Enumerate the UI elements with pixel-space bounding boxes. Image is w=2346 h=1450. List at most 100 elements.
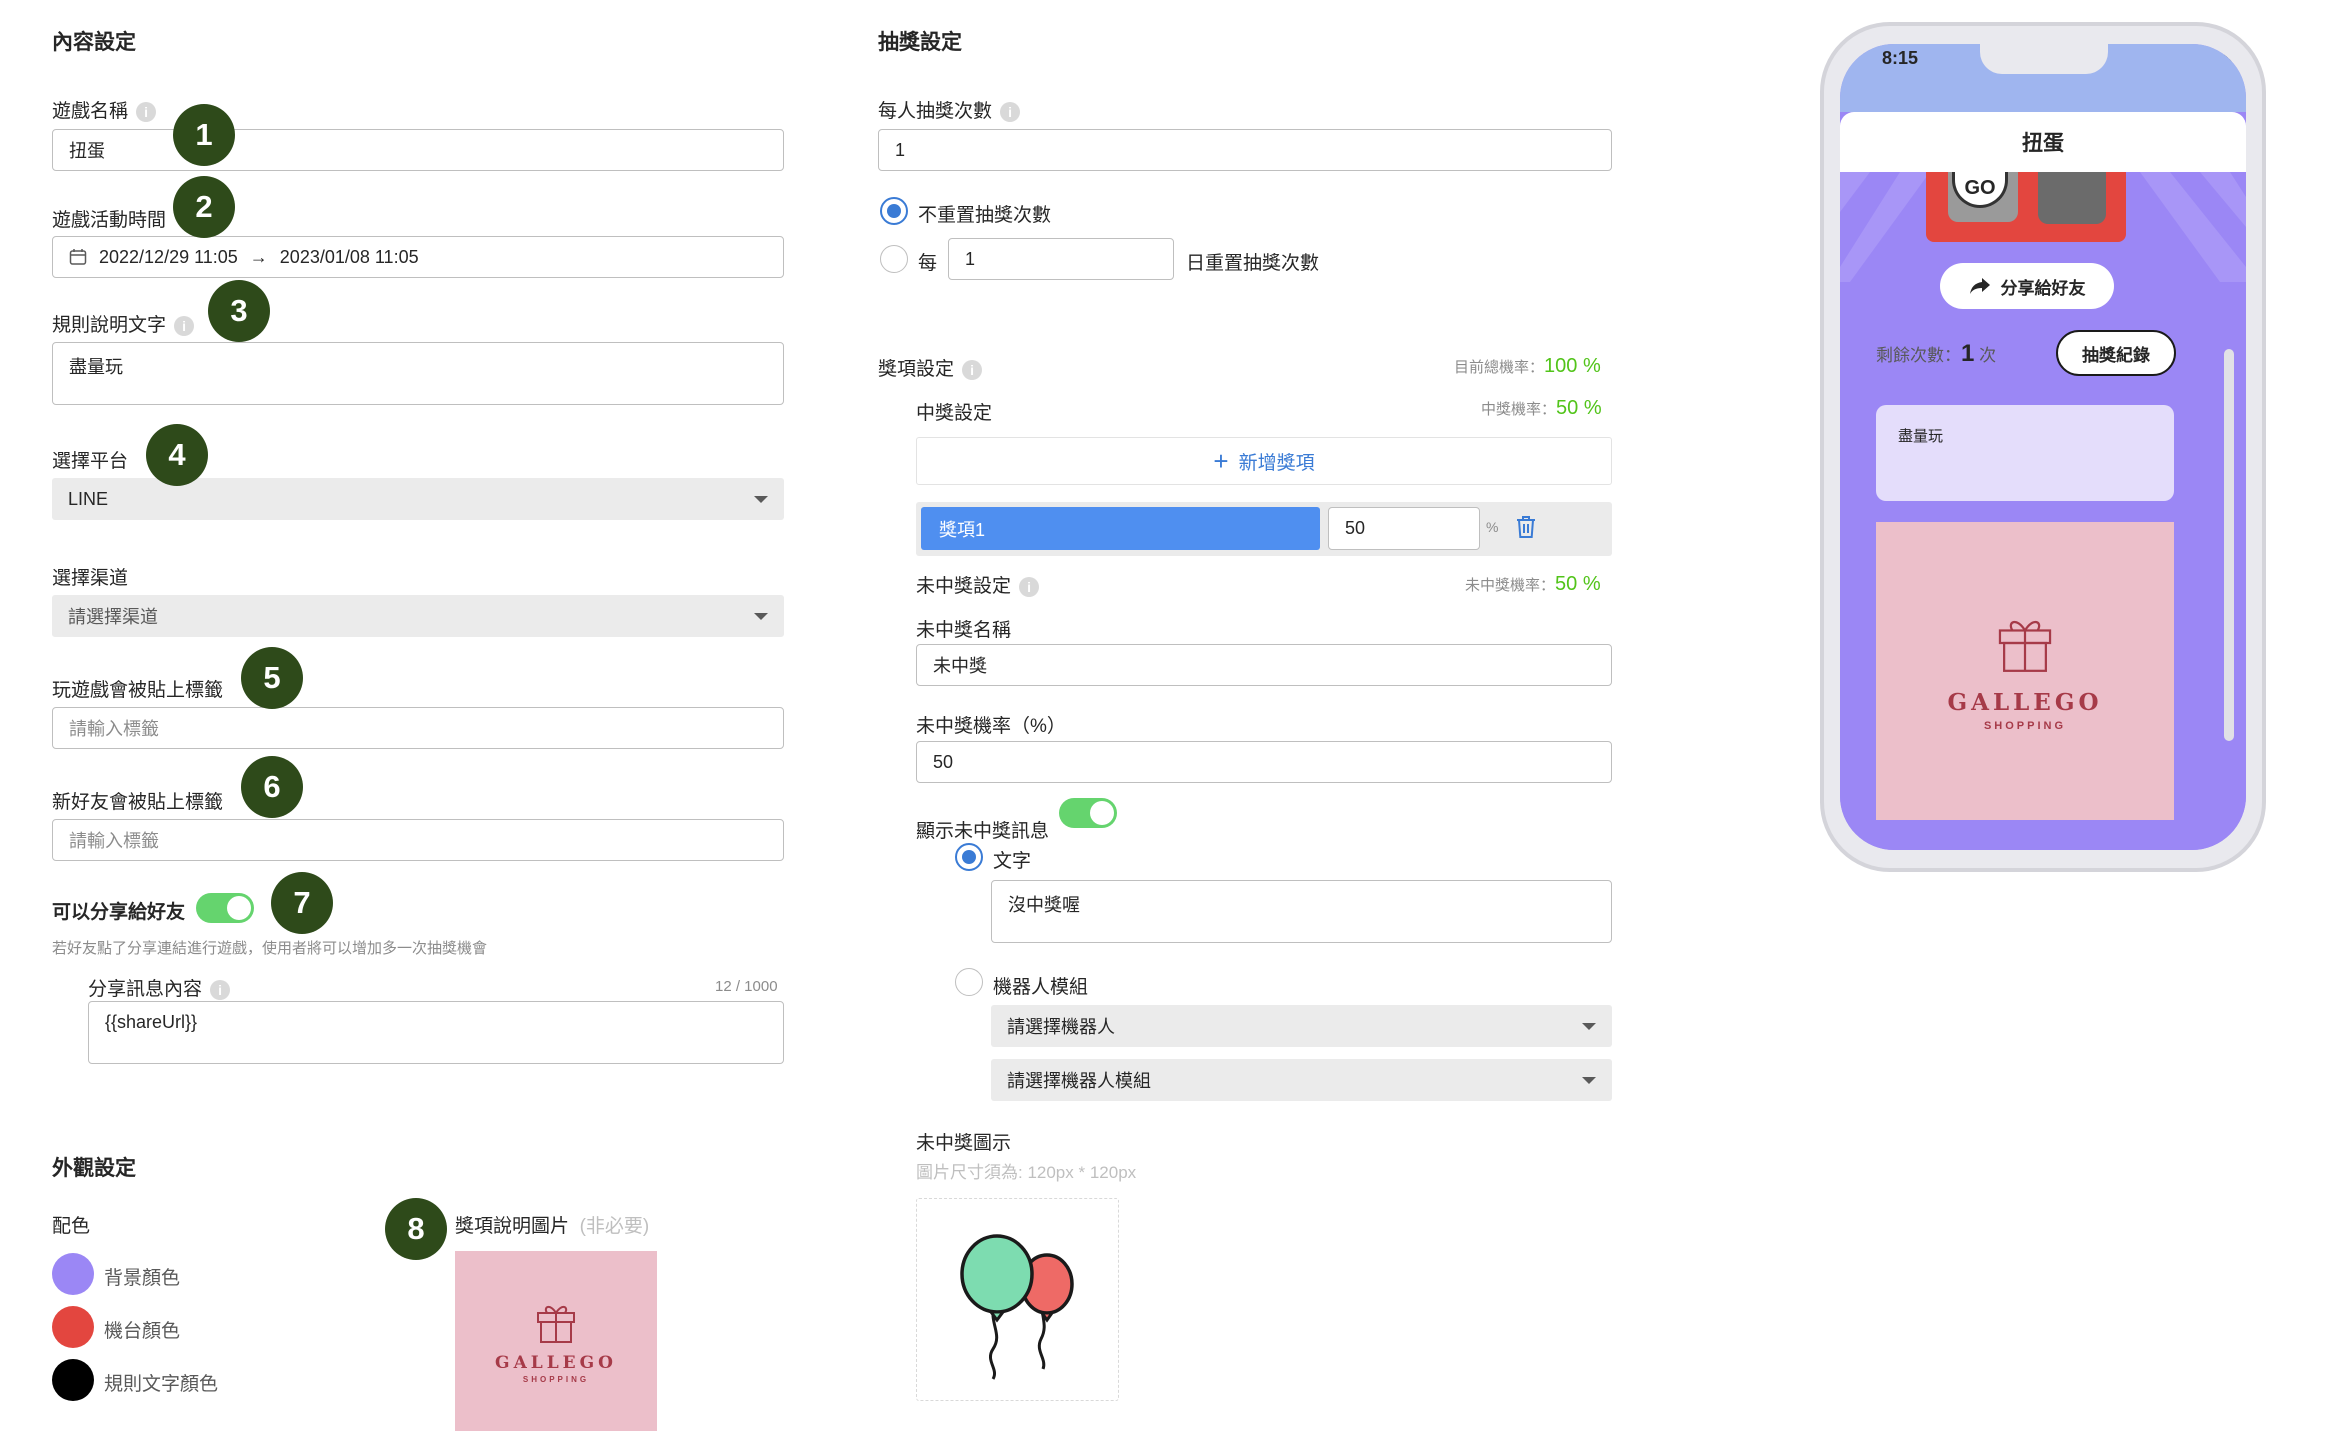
- lose-icon-upload[interactable]: [916, 1198, 1119, 1401]
- bot-option-label: 機器人模組: [993, 977, 1089, 998]
- gift-icon: [537, 1305, 575, 1343]
- gacha-machine: GO: [1926, 172, 2126, 242]
- info-icon[interactable]: i: [962, 359, 983, 380]
- info-icon[interactable]: i: [1000, 101, 1021, 122]
- text-option-radio[interactable]: [955, 843, 983, 871]
- per-person-input[interactable]: 1: [878, 129, 1612, 171]
- content-settings-title: 內容設定: [52, 31, 136, 54]
- play-tag-input[interactable]: 請輸入標籤: [52, 707, 784, 749]
- machine-color-swatch[interactable]: [52, 1306, 94, 1348]
- phone-notch-top: [1980, 44, 2108, 74]
- lose-message-textarea[interactable]: 沒中獎喔: [991, 880, 1612, 943]
- prize-settings-title: 獎項設定 i: [878, 354, 983, 381]
- platform-value: LINE: [68, 488, 109, 509]
- bot-select[interactable]: 請選擇機器人: [991, 1005, 1612, 1047]
- logo-sub: SHOPPING: [522, 1374, 590, 1384]
- machine-color-label: 機台顏色: [104, 1321, 181, 1342]
- step-badge-4: 4: [146, 424, 208, 486]
- daily-reset-radio[interactable]: [880, 245, 908, 273]
- platform-label: 選擇平台: [52, 451, 129, 472]
- per-person-label: 每人抽獎次數 i: [878, 96, 1021, 123]
- rule-text-color-label: 規則文字顏色: [104, 1374, 219, 1395]
- step-badge-7: 7: [271, 872, 333, 934]
- logo-name: GALLEGO: [1947, 688, 2103, 716]
- game-name-label: 遊戲名稱 i: [52, 96, 157, 123]
- caret-down-icon: [754, 612, 768, 620]
- info-icon[interactable]: i: [1019, 576, 1040, 597]
- colors-label: 配色: [52, 1216, 91, 1237]
- lose-prob-label: 未中獎機率（%）: [916, 716, 1066, 737]
- info-icon[interactable]: i: [136, 101, 157, 122]
- lottery-settings-title: 抽獎設定: [878, 31, 962, 54]
- add-prize-label: 新增獎項: [1238, 452, 1315, 474]
- prize-image-upload[interactable]: GALLEGO SHOPPING: [455, 1251, 657, 1431]
- share-friend-label: 分享給好友: [2000, 278, 2086, 298]
- lose-settings-label: 未中獎設定 i: [916, 571, 1040, 598]
- step-badge-3: 3: [208, 280, 270, 342]
- remaining-count: 剩餘次數：1 次: [1876, 340, 1997, 367]
- gacha-outlet: [2038, 172, 2106, 224]
- lose-name-input[interactable]: 未中獎: [916, 644, 1612, 686]
- info-icon[interactable]: i: [210, 979, 231, 1000]
- channel-placeholder: 請選擇渠道: [68, 607, 158, 627]
- lose-icon-label: 未中獎圖示: [916, 1133, 1012, 1154]
- every-label: 每: [918, 253, 938, 274]
- total-rate: 目前總機率：100 %: [1454, 355, 1601, 377]
- share-toggle[interactable]: [196, 893, 254, 923]
- show-message-toggle[interactable]: [1059, 798, 1117, 828]
- show-message-label: 顯示未中獎訊息: [916, 821, 1050, 842]
- phone-header-title: 扭蛋: [1840, 112, 2246, 172]
- rules-card: 盡量玩: [1876, 405, 2174, 501]
- lose-name-label: 未中獎名稱: [916, 620, 1012, 641]
- prize-name-field[interactable]: 獎項1: [921, 507, 1320, 550]
- share-hint: 若好友點了分享連結進行遊戲，使用者將可以增加多一次抽獎機會: [52, 940, 488, 957]
- reset-days-input[interactable]: 1: [948, 238, 1174, 280]
- platform-select[interactable]: LINE: [52, 478, 784, 520]
- game-time-label: 遊戲活動時間: [52, 210, 167, 231]
- bot-option-radio[interactable]: [955, 968, 983, 996]
- share-friend-button[interactable]: 分享給好友: [1940, 263, 2114, 309]
- add-prize-button[interactable]: + 新增獎項: [916, 437, 1612, 485]
- trash-icon[interactable]: [1514, 514, 1538, 540]
- friend-tag-input[interactable]: 請輸入標籤: [52, 819, 784, 861]
- no-reset-label: 不重置抽獎次數: [918, 205, 1052, 226]
- channel-label: 選擇渠道: [52, 568, 129, 589]
- lose-icon-hint: 圖片尺寸須為: 120px * 120px: [916, 1163, 1137, 1182]
- no-reset-radio[interactable]: [880, 197, 908, 225]
- lose-prob-input[interactable]: 50: [916, 741, 1612, 783]
- calendar-icon: [69, 249, 87, 265]
- lose-rate: 未中獎機率：50 %: [1465, 573, 1601, 595]
- bot-module-select[interactable]: 請選擇機器人模組: [991, 1059, 1612, 1101]
- channel-select[interactable]: 請選擇渠道: [52, 595, 784, 637]
- share-message-label: 分享訊息內容 i: [88, 974, 231, 1001]
- prize-image-preview: GALLEGO SHOPPING: [1876, 522, 2174, 820]
- game-name-input[interactable]: 扭蛋: [52, 129, 784, 171]
- game-area: GO 分享給好友 剩餘次數：1 次 抽獎紀錄 盡量玩 GALLEGO SHOPP…: [1840, 172, 2246, 850]
- step-badge-1: 1: [173, 104, 235, 166]
- prize-image-label: 獎項說明圖片 (非必要): [455, 1216, 650, 1237]
- phone-scrollbar[interactable]: [2224, 349, 2234, 741]
- share-label: 可以分享給好友: [52, 902, 186, 923]
- share-message-textarea[interactable]: {{shareUrl}}: [88, 1001, 784, 1064]
- share-message-count: 12 / 1000: [715, 978, 778, 995]
- draw-record-button[interactable]: 抽獎紀錄: [2056, 330, 2176, 376]
- win-rate: 中獎機率：50 %: [1481, 397, 1602, 419]
- start-date: 2022/12/29 11:05: [99, 246, 238, 267]
- game-time-range-picker[interactable]: 2022/12/29 11:05 → 2023/01/08 11:05: [52, 236, 784, 278]
- rules-textarea[interactable]: 盡量玩: [52, 342, 784, 405]
- arrow-right-icon: →: [249, 246, 268, 267]
- bot-module-placeholder: 請選擇機器人模組: [1007, 1071, 1151, 1091]
- rule-text-color-swatch[interactable]: [52, 1359, 94, 1401]
- phone-screen: 8:15 8:15 扭蛋 GO 分享給好友 剩餘次數：1 次 抽獎紀錄 盡量玩: [1840, 44, 2246, 850]
- step-badge-2: 2: [173, 176, 235, 238]
- background-color-label: 背景顏色: [104, 1268, 181, 1289]
- prize-row: 獎項1 50 %: [916, 502, 1612, 556]
- step-badge-6: 6: [241, 756, 303, 818]
- logo-name: GALLEGO: [495, 1352, 617, 1373]
- plus-icon: +: [1213, 446, 1229, 476]
- background-color-swatch[interactable]: [52, 1253, 94, 1295]
- info-icon[interactable]: i: [174, 315, 195, 336]
- share-arrow-icon: [1969, 278, 1990, 294]
- status-time-label: 8:15: [1882, 48, 1919, 68]
- prize-rate-input[interactable]: 50: [1328, 507, 1480, 550]
